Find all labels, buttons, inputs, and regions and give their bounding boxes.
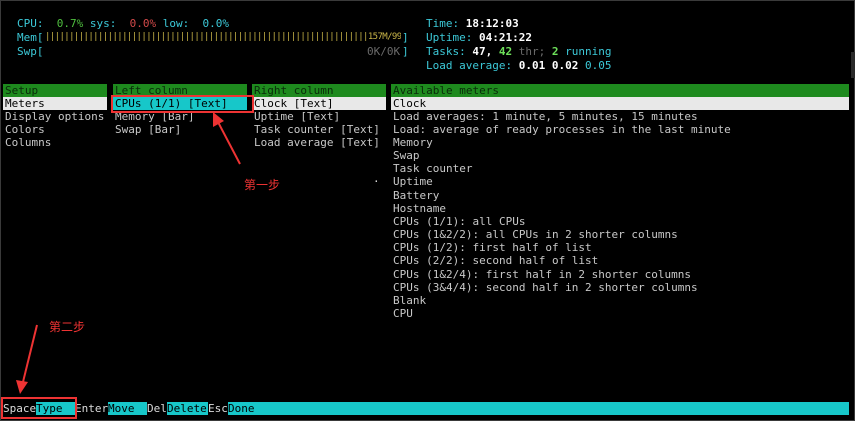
available-item[interactable]: Blank	[391, 294, 426, 307]
setup-item-colors[interactable]: Colors	[3, 123, 45, 136]
available-item[interactable]: CPUs (1&2/2): all CPUs in 2 shorter colu…	[391, 228, 678, 241]
left-item-cpus[interactable]: CPUs (1/1) [Text]	[113, 97, 247, 110]
setup-header: Setup	[3, 84, 107, 97]
swp-bar-end: ]	[402, 45, 409, 58]
swp-label: Swp[	[17, 45, 44, 58]
available-item[interactable]: Memory	[391, 136, 433, 149]
available-item[interactable]: CPUs (3&4/4): second half in 2 shorter c…	[391, 281, 698, 294]
fkey-esc[interactable]: Esc	[208, 402, 228, 415]
step1-label: 第一步	[244, 178, 281, 192]
stray-dot: .	[373, 172, 380, 185]
tasks-total: 47,	[472, 45, 493, 58]
step1-arrow-icon	[213, 112, 241, 165]
mem-bar: ||||||||||||||||||||||||||||||||||||||||…	[45, 32, 401, 42]
right-item-task-counter[interactable]: Task counter [Text]	[252, 123, 380, 136]
setup-item-meters[interactable]: Meters	[3, 97, 107, 110]
scrollbar[interactable]	[851, 52, 855, 78]
available-item[interactable]: Hostname	[391, 202, 446, 215]
sys-label: sys:	[89, 17, 117, 30]
setup-item-columns[interactable]: Columns	[3, 136, 51, 149]
available-item[interactable]: CPUs (1&2/4): first half in 2 shorter co…	[391, 268, 691, 281]
uptime-meter: Uptime: 04:21:22	[426, 31, 532, 44]
fkey-enter[interactable]: Enter	[75, 402, 109, 415]
mem-meter: Mem[	[17, 31, 44, 44]
available-item[interactable]: Task counter	[391, 162, 472, 175]
tasks-running: 2	[551, 45, 559, 58]
available-item[interactable]: CPUs (1/2): first half of list	[391, 241, 592, 254]
cpu-user-value: 0.7%	[56, 17, 84, 30]
step2-arrow-icon	[16, 324, 38, 394]
mem-bar-end: ]	[402, 31, 409, 44]
faction-delete[interactable]: Delete	[167, 402, 207, 415]
available-item[interactable]: Load averages: 1 minute, 5 minutes, 15 m…	[391, 110, 698, 123]
faction-type[interactable]: Type	[36, 402, 63, 415]
available-item[interactable]: Battery	[391, 189, 439, 202]
low-label: low:	[162, 17, 190, 30]
tasks-meter: Tasks: 47, 42 thr; 2 running	[426, 45, 612, 58]
cpu-meter: CPU: 0.7% sys: 0.0% low: 0.0%	[17, 17, 229, 30]
faction-move[interactable]: Move	[108, 402, 135, 415]
load-15: 0.05	[584, 59, 612, 72]
mem-label: Mem[	[17, 31, 44, 44]
time-meter: Time: 18:12:03	[426, 17, 519, 30]
setup-item-display-options[interactable]: Display options	[3, 110, 104, 123]
right-item-clock[interactable]: Clock [Text]	[252, 97, 386, 110]
left-column-header: Left column	[113, 84, 247, 97]
step2-label: 第二步	[49, 320, 86, 334]
mem-bar-track: ||||||||||||||||||||||||||||||||||||||||…	[45, 31, 401, 44]
load-5: 0.02	[551, 59, 579, 72]
available-item[interactable]: Load: average of ready processes in the …	[391, 123, 731, 136]
tasks-thr: 42	[498, 45, 513, 58]
time-value: 18:12:03	[465, 17, 519, 30]
available-item-clock[interactable]: Clock	[391, 97, 849, 110]
fkey-del[interactable]: Del	[147, 402, 167, 415]
right-item-uptime[interactable]: Uptime [Text]	[252, 110, 340, 123]
available-meters-header: Available meters	[391, 84, 849, 97]
swp-bar: 0K/0K	[367, 45, 401, 58]
load-1: 0.01	[518, 59, 546, 72]
cpu-sys-value: 0.0%	[129, 17, 157, 30]
available-item[interactable]: CPUs (1/1): all CPUs	[391, 215, 525, 228]
uptime-value: 04:21:22	[478, 31, 532, 44]
swap-meter: Swp[	[17, 45, 44, 58]
faction-done[interactable]: Done	[228, 402, 255, 415]
right-column-header: Right column	[252, 84, 386, 97]
cpu-low-value: 0.0%	[202, 17, 230, 30]
left-item-swap[interactable]: Swap [Bar]	[113, 123, 181, 136]
left-item-memory[interactable]: Memory [Bar]	[113, 110, 194, 123]
cpu-label: CPU:	[17, 17, 44, 30]
available-item[interactable]: CPUs (2/2): second half of list	[391, 254, 598, 267]
right-item-load-average[interactable]: Load average [Text]	[252, 136, 380, 149]
available-item[interactable]: Swap	[391, 149, 420, 162]
available-item[interactable]: CPU	[391, 307, 413, 320]
fkey-space[interactable]: Space	[3, 402, 37, 415]
load-meter: Load average: 0.01 0.02 0.05	[426, 59, 612, 72]
available-item[interactable]: Uptime	[391, 175, 433, 188]
